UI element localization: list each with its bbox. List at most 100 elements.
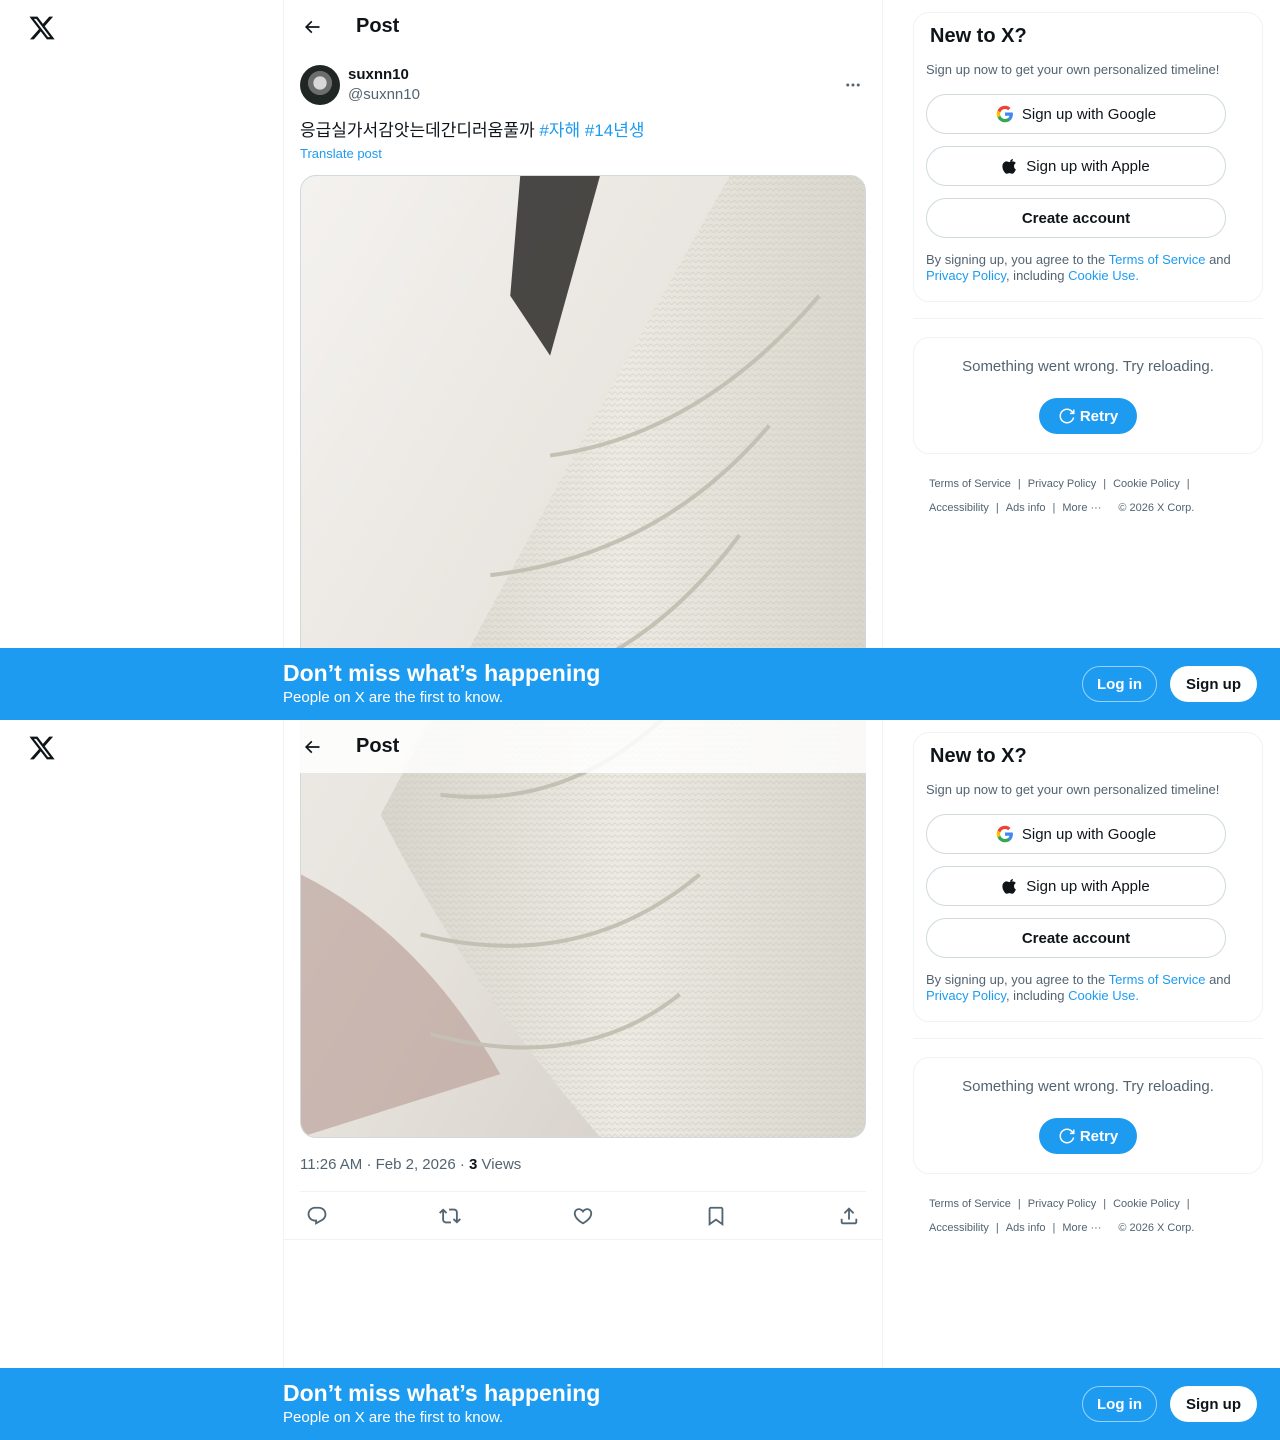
footer-cookie-link[interactable]: Cookie Policy (1113, 1192, 1180, 1216)
signup-apple-label: Sign up with Apple (1026, 877, 1150, 895)
post-photo (301, 720, 865, 1137)
trends-error-card: Something went wrong. Try reloading. Ret… (913, 1057, 1263, 1174)
footer-ads-info-link[interactable]: Ads info (1006, 1216, 1046, 1240)
footer-ads-info-link[interactable]: Ads info (1006, 496, 1046, 520)
signup-heading: New to X? (930, 745, 1027, 767)
post-time[interactable]: 11:26 AM (300, 1156, 362, 1173)
more-horizontal-icon (846, 83, 860, 87)
footer-privacy-link[interactable]: Privacy Policy (1028, 472, 1096, 496)
privacy-policy-link[interactable]: Privacy Policy (926, 988, 1006, 1003)
author-display-name[interactable]: suxnn10 (348, 65, 420, 85)
signup-google-button[interactable]: Sign up with Google (926, 814, 1226, 854)
bookmark-button[interactable] (699, 1199, 733, 1233)
more-options-button[interactable] (836, 68, 870, 102)
footer-copyright: © 2026 X Corp. (1118, 1222, 1195, 1234)
trends-error-card: Something went wrong. Try reloading. Ret… (913, 337, 1263, 454)
banner-subline: People on X are the first to know. (283, 689, 504, 706)
signup-google-button[interactable]: Sign up with Google (926, 94, 1226, 134)
signup-card: New to X? Sign up now to get your own pe… (913, 732, 1263, 1022)
author-handle[interactable]: @suxnn10 (348, 85, 420, 105)
login-button[interactable]: Log in (1082, 666, 1157, 702)
legal-and: and (1209, 252, 1231, 267)
terms-of-service-link[interactable]: Terms of Service (1109, 972, 1206, 987)
post-divider (284, 1239, 882, 1240)
signup-apple-button[interactable]: Sign up with Apple (926, 866, 1226, 906)
page-title: Post (356, 15, 400, 37)
legal-including: , including (1005, 988, 1065, 1003)
retry-button[interactable]: Retry (1039, 398, 1137, 434)
legal-including: , including (1005, 268, 1065, 283)
create-account-button[interactable]: Create account (926, 918, 1226, 958)
main-column: Post suxnn10 @suxnn10 응급실가서감앗는데간디러움풀까 #자… (283, 0, 883, 720)
reply-button[interactable] (300, 1199, 334, 1233)
footer-privacy-link[interactable]: Privacy Policy (1028, 1192, 1096, 1216)
login-button[interactable]: Log in (1082, 1386, 1157, 1422)
signup-subheading: Sign up now to get your own personalized… (926, 782, 1220, 797)
post-header: Post (284, 0, 882, 53)
arrow-left-icon (304, 20, 320, 33)
post-image[interactable] (300, 175, 866, 720)
back-button[interactable] (294, 9, 330, 45)
footer-accessibility-link[interactable]: Accessibility (929, 1216, 989, 1240)
privacy-policy-link[interactable]: Privacy Policy (926, 268, 1006, 283)
footer-more-link[interactable]: More ··· (1062, 1216, 1101, 1240)
repost-button[interactable] (433, 1199, 467, 1233)
timestamp-sep: · (366, 1156, 372, 1173)
legal-prefix: By signing up, you agree to the (926, 972, 1106, 987)
login-banner: Don’t miss what’s happening People on X … (0, 1368, 1280, 1440)
signup-google-label: Sign up with Google (1021, 825, 1157, 843)
signup-button[interactable]: Sign up (1170, 666, 1257, 702)
share-button[interactable] (832, 1199, 866, 1233)
post-author: suxnn10 @suxnn10 (300, 64, 866, 106)
terms-of-service-link[interactable]: Terms of Service (1109, 252, 1206, 267)
signup-apple-button[interactable]: Sign up with Apple (926, 146, 1226, 186)
like-button[interactable] (566, 1199, 600, 1233)
sidebar-divider (913, 1038, 1263, 1039)
post-timestamp: 11:26 AM · Feb 2, 2026 · 3 Views (300, 1156, 521, 1173)
post-actions (300, 1192, 866, 1240)
error-message: Something went wrong. Try reloading. (962, 1078, 1214, 1095)
create-account-label: Create account (1021, 209, 1131, 227)
x-logo-icon[interactable] (28, 14, 56, 42)
translate-post-link[interactable]: Translate post (300, 146, 382, 161)
legal-and: and (1209, 972, 1231, 987)
signup-legal-text: By signing up, you agree to the Terms of… (926, 252, 1252, 284)
footer-terms-link[interactable]: Terms of Service (929, 472, 1011, 496)
views-label: Views (481, 1156, 522, 1173)
retry-button[interactable]: Retry (1039, 1118, 1137, 1154)
avatar[interactable] (300, 65, 340, 105)
create-account-button[interactable]: Create account (926, 198, 1226, 238)
apple-icon (1002, 878, 1017, 894)
refresh-icon (1059, 408, 1075, 424)
post-image[interactable] (300, 720, 866, 1138)
post-photo (301, 176, 865, 720)
post-date[interactable]: Feb 2, 2026 (376, 1156, 456, 1173)
footer-cookie-link[interactable]: Cookie Policy (1113, 472, 1180, 496)
share-icon (840, 1207, 858, 1225)
hashtag-link[interactable]: #자해 (539, 121, 580, 140)
footer-accessibility-link[interactable]: Accessibility (929, 496, 989, 520)
post-body: 응급실가서감앗는데간디러움풀까 (300, 121, 535, 140)
footer-terms-link[interactable]: Terms of Service (929, 1192, 1011, 1216)
retry-label: Retry (1079, 1127, 1119, 1145)
cookie-use-link[interactable]: Cookie Use. (1068, 268, 1139, 283)
signup-legal-text: By signing up, you agree to the Terms of… (926, 972, 1252, 1004)
banner-subline: People on X are the first to know. (283, 1409, 504, 1426)
signup-card: New to X? Sign up now to get your own pe… (913, 12, 1263, 302)
viewport-top: Post suxnn10 @suxnn10 응급실가서감앗는데간디러움풀까 #자… (0, 0, 1280, 720)
x-logo-icon[interactable] (28, 734, 56, 762)
sidebar-footer: Terms of Service | Privacy Policy | Cookie… (929, 1192, 1249, 1240)
banner-headline: Don’t miss what’s happening (283, 660, 601, 686)
hashtag-link[interactable]: #14년생 (585, 121, 645, 140)
back-button[interactable] (294, 729, 330, 765)
bookmark-icon (708, 1206, 724, 1227)
signup-google-label: Sign up with Google (1021, 105, 1157, 123)
footer-copyright: © 2026 X Corp. (1118, 502, 1195, 514)
login-banner: Don’t miss what’s happening People on X … (0, 648, 1280, 720)
heart-icon (573, 1208, 593, 1225)
footer-more-link[interactable]: More ··· (1062, 496, 1101, 520)
legal-prefix: By signing up, you agree to the (926, 252, 1106, 267)
page-title: Post (356, 735, 400, 757)
cookie-use-link[interactable]: Cookie Use. (1068, 988, 1139, 1003)
signup-button[interactable]: Sign up (1170, 1386, 1257, 1422)
